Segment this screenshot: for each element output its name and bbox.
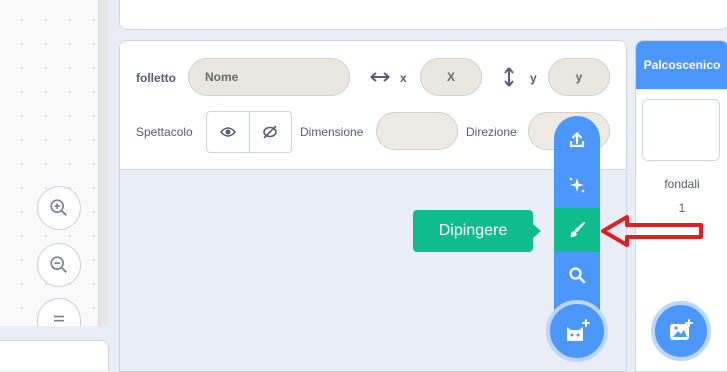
surprise-sparkle-icon	[569, 177, 585, 193]
cat-sprite-icon	[567, 319, 590, 341]
direction-label: Direzione	[466, 125, 517, 139]
zoom-in-button[interactable]	[37, 186, 81, 230]
eye-off-icon	[263, 125, 278, 139]
surprise-sprite-button[interactable]	[554, 163, 600, 207]
annotation-arrow	[601, 215, 703, 247]
stage-header: Palcoscenico	[636, 41, 727, 89]
upload-sprite-button[interactable]	[554, 118, 600, 162]
sprite-info: folletto Nome x X y y Spettacolo Dimensi…	[120, 41, 626, 170]
y-label: y	[530, 71, 537, 85]
stage-thumbnail[interactable]	[642, 99, 720, 161]
zoom-in-icon	[50, 199, 67, 216]
show-label: Spettacolo	[136, 125, 193, 139]
show-button[interactable]	[207, 112, 249, 152]
paint-tooltip: Dipingere	[413, 210, 533, 252]
x-arrows-icon	[370, 72, 390, 82]
sprite-label: folletto	[136, 71, 176, 85]
x-input[interactable]: X	[420, 58, 482, 96]
left-bottom-panel	[0, 340, 109, 371]
zoom-out-icon	[50, 256, 67, 273]
x-label: x	[400, 71, 407, 85]
sprite-name-placeholder: Nome	[205, 70, 239, 84]
upload-icon	[569, 131, 585, 148]
choose-sprite-button[interactable]	[546, 300, 608, 362]
hide-button[interactable]	[248, 112, 292, 152]
y-arrows-icon	[504, 67, 514, 87]
size-input[interactable]	[376, 112, 458, 150]
x-value: X	[446, 70, 455, 84]
paint-sprite-button[interactable]	[554, 208, 600, 252]
code-area-scrollbar[interactable]	[98, 0, 108, 326]
paintbrush-icon	[570, 222, 585, 238]
image-add-icon	[670, 319, 693, 340]
tooltip-arrow	[533, 224, 541, 238]
size-label: Dimensione	[300, 125, 364, 139]
choose-backdrop-button[interactable]	[651, 301, 711, 361]
visibility-toggle	[206, 111, 292, 153]
search-icon	[569, 267, 586, 284]
zoom-reset-icon	[54, 315, 64, 322]
zoom-out-button[interactable]	[37, 243, 81, 287]
backdrops-label: fondali	[664, 177, 700, 191]
y-value: y	[575, 70, 583, 84]
sprite-name-input[interactable]: Nome	[188, 58, 350, 96]
y-input[interactable]: y	[548, 58, 610, 96]
stage-area-panel	[119, 0, 727, 30]
search-sprite-button[interactable]	[554, 253, 600, 297]
eye-icon	[219, 127, 236, 137]
